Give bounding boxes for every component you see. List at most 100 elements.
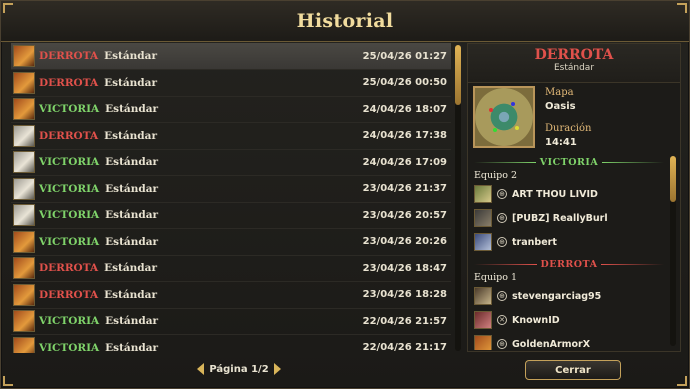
history-window: Historial DERROTA Estándar 25/04/26 01:27 D… xyxy=(0,0,690,389)
civ-avatar xyxy=(13,283,35,306)
match-row[interactable]: DERROTA Estándar 23/04/26 18:28 xyxy=(11,282,451,309)
player-row[interactable]: ✕ KnownID xyxy=(474,310,560,330)
match-mode: Estándar xyxy=(104,262,157,274)
player-avatar xyxy=(474,335,492,350)
match-row[interactable]: VICTORIA Estándar 24/04/26 17:09 xyxy=(11,149,451,176)
civ-avatar xyxy=(13,336,35,353)
frame-corner xyxy=(677,376,687,386)
map-marker xyxy=(515,126,519,130)
match-result: VICTORIA xyxy=(39,103,100,115)
match-row[interactable]: VICTORIA Estándar 22/04/26 21:57 xyxy=(11,308,451,335)
match-list-scrollbar[interactable] xyxy=(455,45,461,351)
match-date: 23/04/26 21:37 xyxy=(362,183,447,194)
match-result: DERROTA xyxy=(39,262,99,274)
player-row[interactable]: ⊕ tranbert xyxy=(474,232,557,252)
match-result: VICTORIA xyxy=(39,209,100,221)
civ-avatar xyxy=(13,257,35,279)
prev-page-icon[interactable] xyxy=(197,363,204,375)
civ-avatar xyxy=(13,177,35,200)
match-row[interactable]: VICTORIA Estándar 22/04/26 21:17 xyxy=(11,335,451,354)
scrollbar-thumb[interactable] xyxy=(670,156,676,202)
player-name: stevengarciag95 xyxy=(512,290,602,302)
match-row[interactable]: DERROTA Estándar 25/04/26 01:27 xyxy=(11,43,451,70)
match-date: 23/04/26 18:28 xyxy=(362,289,447,300)
map-name: Oasis xyxy=(545,101,576,112)
match-row[interactable]: VICTORIA Estándar 23/04/26 21:37 xyxy=(11,176,451,203)
match-row[interactable]: VICTORIA Estándar 23/04/26 20:57 xyxy=(11,202,451,229)
globe-icon: ⊕ xyxy=(497,291,507,301)
match-result: DERROTA xyxy=(39,288,99,301)
match-result: VICTORIA xyxy=(39,235,100,248)
player-name: GoldenArmorX xyxy=(512,338,591,350)
match-date: 23/04/26 20:26 xyxy=(362,236,447,247)
frame-corner xyxy=(3,376,13,386)
match-date: 25/04/26 01:27 xyxy=(362,50,447,62)
match-row[interactable]: DERROTA Estándar 24/04/26 17:38 xyxy=(11,123,451,150)
team-result: DERROTA xyxy=(540,258,598,270)
player-name: [PUBZ] ReallyBurl xyxy=(512,212,608,224)
civ-avatar xyxy=(13,151,35,173)
match-result: DERROTA xyxy=(39,76,99,89)
team-name: Equipo 2 xyxy=(474,170,518,181)
match-date: 24/04/26 18:07 xyxy=(362,103,447,115)
player-row[interactable]: ⊕ stevengarciag95 xyxy=(474,286,601,306)
match-date: 23/04/26 18:47 xyxy=(362,262,447,274)
match-mode: Estándar xyxy=(104,76,157,89)
match-row[interactable]: DERROTA Estándar 25/04/26 00:50 xyxy=(11,70,451,97)
match-mode: Estándar xyxy=(105,103,159,115)
match-mode: Estándar xyxy=(105,315,159,327)
match-mode: Estándar xyxy=(104,50,157,62)
match-mode: Estándar xyxy=(105,235,159,248)
match-mode: Estándar xyxy=(104,288,157,301)
match-result: VICTORIA xyxy=(39,182,100,195)
civ-avatar xyxy=(13,45,35,67)
close-button[interactable]: Cerrar xyxy=(525,360,621,380)
map-label: Mapa xyxy=(545,87,574,98)
player-name: tranbert xyxy=(512,236,557,248)
match-date: 24/04/26 17:38 xyxy=(362,130,447,141)
match-mode: Estándar xyxy=(105,156,159,168)
player-name: KnownID xyxy=(512,314,560,326)
player-row[interactable]: ⊕ GoldenArmorX xyxy=(474,334,590,350)
civ-avatar xyxy=(13,230,35,253)
team-separator: DERROTA xyxy=(474,258,664,270)
detail-result: DERROTA xyxy=(534,47,614,63)
match-result: DERROTA xyxy=(39,129,99,142)
map-marker xyxy=(511,102,515,106)
match-date: 25/04/26 00:50 xyxy=(362,77,447,88)
globe-icon: ⊕ xyxy=(497,339,507,349)
match-result: VICTORIA xyxy=(39,315,100,327)
match-date: 23/04/26 20:57 xyxy=(362,209,447,221)
map-thumbnail xyxy=(473,86,535,148)
globe-icon: ⊕ xyxy=(497,189,507,199)
match-date: 22/04/26 21:17 xyxy=(362,342,447,353)
match-mode: Estándar xyxy=(105,182,159,195)
detail-mode: Estándar xyxy=(553,63,595,73)
civ-avatar xyxy=(13,98,35,120)
duration-label: Duración xyxy=(545,123,592,134)
player-avatar xyxy=(474,185,492,203)
player-row[interactable]: ⊕ [PUBZ] ReallyBurl xyxy=(474,208,608,228)
player-avatar xyxy=(474,233,492,251)
civ-avatar xyxy=(13,204,35,226)
match-mode: Estándar xyxy=(104,129,157,142)
teams-scrollbar[interactable] xyxy=(670,156,676,346)
xbox-icon: ✕ xyxy=(497,315,507,325)
match-row[interactable]: VICTORIA Estándar 24/04/26 18:07 xyxy=(11,96,451,123)
scrollbar-thumb[interactable] xyxy=(455,45,461,105)
match-row[interactable]: VICTORIA Estándar 23/04/26 20:26 xyxy=(11,229,451,256)
next-page-icon[interactable] xyxy=(274,363,281,375)
match-mode: Estándar xyxy=(105,341,159,354)
player-name: ART THOU LIVID xyxy=(512,188,598,200)
player-row[interactable]: ⊕ ART THOU LIVID xyxy=(474,184,598,204)
page-indicator: Página 1/2 xyxy=(209,363,269,375)
detail-header: DERROTA Estándar xyxy=(468,44,680,83)
teams-list: VICTORIA Equipo 2 ⊕ ART THOU LIVID ⊕ [PUBZ] R… xyxy=(468,154,670,350)
globe-icon: ⊕ xyxy=(497,213,507,223)
team-separator: VICTORIA xyxy=(474,156,664,168)
match-date: 24/04/26 17:09 xyxy=(362,156,447,168)
team-name: Equipo 1 xyxy=(474,272,518,283)
match-row[interactable]: DERROTA Estándar 23/04/26 18:47 xyxy=(11,255,451,282)
duration-value: 14:41 xyxy=(545,137,577,148)
map-marker xyxy=(489,108,493,112)
